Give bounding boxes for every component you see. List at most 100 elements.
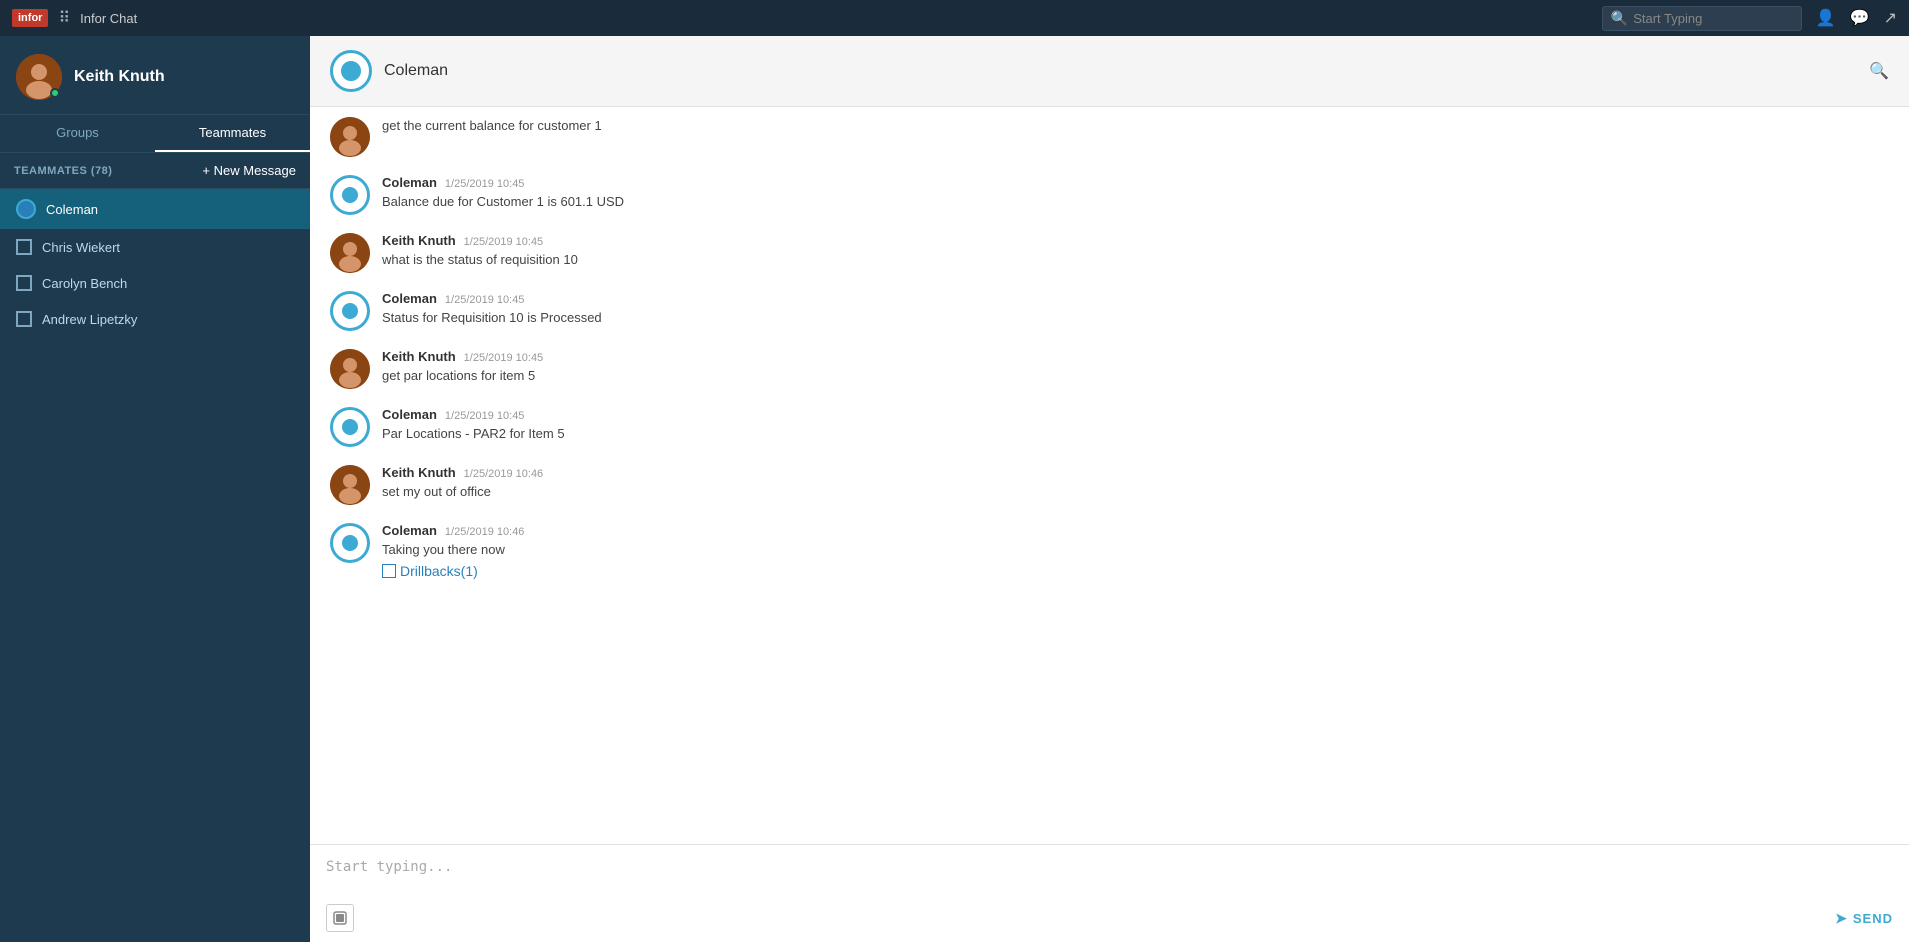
- message-row-keith-1: Keith Knuth 1/25/2019 10:45 what is the …: [330, 233, 1889, 273]
- msg-text-coleman-3: Par Locations - PAR2 for Item 5: [382, 426, 565, 441]
- contact-name-andrew: Andrew Lipetzky: [42, 312, 137, 327]
- contact-status-icon-andrew: [16, 311, 32, 327]
- msg-avatar-user-partial: [330, 117, 370, 157]
- sidebar-tabs: Groups Teammates: [0, 115, 310, 153]
- msg-body-coleman-1: Coleman 1/25/2019 10:45 Balance due for …: [382, 175, 624, 211]
- drillback-label: Drillbacks(1): [400, 563, 478, 579]
- msg-sender-coleman-4: Coleman: [382, 523, 437, 538]
- contact-status-icon-coleman: [16, 199, 36, 219]
- attach-icon[interactable]: [326, 904, 354, 932]
- contact-name-carolyn: Carolyn Bench: [42, 276, 127, 291]
- msg-meta-keith-3: Keith Knuth 1/25/2019 10:46: [382, 465, 543, 480]
- share-icon[interactable]: ↗: [1884, 8, 1897, 28]
- send-label: SEND: [1853, 911, 1893, 926]
- msg-text-keith-2: get par locations for item 5: [382, 368, 535, 383]
- msg-text-coleman-2: Status for Requisition 10 is Processed: [382, 310, 602, 325]
- bot-avatar-header: [330, 50, 372, 92]
- message-row-partial: get the current balance for customer 1: [330, 117, 1889, 157]
- sidebar-action-bar: TEAMMATES (78) + New Message: [0, 153, 310, 189]
- message-row-coleman-1: Coleman 1/25/2019 10:45 Balance due for …: [330, 175, 1889, 215]
- msg-meta-keith-1: Keith Knuth 1/25/2019 10:45: [382, 233, 578, 248]
- chat-header-left: Coleman: [330, 50, 448, 92]
- msg-avatar-keith-1: [330, 233, 370, 273]
- teammates-label: TEAMMATES (78): [14, 165, 112, 177]
- msg-sender-coleman-2: Coleman: [382, 291, 437, 306]
- send-icon: ➤: [1835, 910, 1848, 927]
- msg-meta-keith-2: Keith Knuth 1/25/2019 10:45: [382, 349, 543, 364]
- online-indicator: [50, 88, 60, 98]
- bot-avatar-inner-2: [340, 301, 360, 321]
- msg-body-coleman-4: Coleman 1/25/2019 10:46 Taking you there…: [382, 523, 524, 581]
- contact-item-andrew[interactable]: Andrew Lipetzky: [0, 301, 310, 337]
- message-row-keith-3: Keith Knuth 1/25/2019 10:46 set my out o…: [330, 465, 1889, 505]
- msg-text-coleman-1: Balance due for Customer 1 is 601.1 USD: [382, 194, 624, 209]
- sidebar-username: Keith Knuth: [74, 68, 165, 86]
- msg-body-keith-3: Keith Knuth 1/25/2019 10:46 set my out o…: [382, 465, 543, 501]
- msg-meta-coleman-3: Coleman 1/25/2019 10:45: [382, 407, 565, 422]
- msg-meta-coleman-2: Coleman 1/25/2019 10:45: [382, 291, 602, 306]
- top-bar: infor ⠿ Infor Chat 🔍 👤 💬 ↗: [0, 0, 1909, 36]
- avatar-container: [16, 54, 62, 100]
- contact-list: Coleman Chris Wiekert Carolyn Bench Andr…: [0, 189, 310, 942]
- msg-time-coleman-1: 1/25/2019 10:45: [445, 178, 525, 190]
- msg-avatar-bot-1: [330, 175, 370, 215]
- messages-container: get the current balance for customer 1 C…: [310, 107, 1909, 844]
- contact-item-chris[interactable]: Chris Wiekert: [0, 229, 310, 265]
- msg-sender-keith-1: Keith Knuth: [382, 233, 456, 248]
- contact-item-carolyn[interactable]: Carolyn Bench: [0, 265, 310, 301]
- message-input[interactable]: [326, 855, 1893, 895]
- grid-icon[interactable]: ⠿: [58, 8, 70, 28]
- sidebar: Keith Knuth Groups Teammates TEAMMATES (…: [0, 36, 310, 942]
- msg-sender-keith-3: Keith Knuth: [382, 465, 456, 480]
- msg-avatar-keith-3: [330, 465, 370, 505]
- new-message-button[interactable]: + New Message: [202, 163, 296, 178]
- tab-groups[interactable]: Groups: [0, 115, 155, 152]
- msg-avatar-keith-2: [330, 349, 370, 389]
- msg-time-coleman-3: 1/25/2019 10:45: [445, 410, 525, 422]
- msg-text-keith-3: set my out of office: [382, 484, 491, 499]
- sidebar-header: Keith Knuth: [0, 36, 310, 115]
- msg-body-keith-2: Keith Knuth 1/25/2019 10:45 get par loca…: [382, 349, 543, 385]
- app-title: Infor Chat: [80, 11, 137, 26]
- msg-meta-coleman-4: Coleman 1/25/2019 10:46: [382, 523, 524, 538]
- top-bar-left: infor ⠿ Infor Chat: [12, 8, 137, 28]
- msg-time-keith-1: 1/25/2019 10:45: [464, 236, 544, 248]
- drillback-icon: [382, 564, 396, 578]
- bot-avatar-inner: [338, 58, 364, 84]
- msg-body-keith-1: Keith Knuth 1/25/2019 10:45 what is the …: [382, 233, 578, 269]
- contact-status-icon-carolyn: [16, 275, 32, 291]
- chat-recipient-name: Coleman: [384, 62, 448, 80]
- search-input[interactable]: [1633, 11, 1793, 26]
- contact-name-coleman: Coleman: [46, 202, 98, 217]
- contact-item-coleman[interactable]: Coleman: [0, 189, 310, 229]
- message-row-coleman-2: Coleman 1/25/2019 10:45 Status for Requi…: [330, 291, 1889, 331]
- tab-teammates[interactable]: Teammates: [155, 115, 310, 152]
- msg-time-coleman-4: 1/25/2019 10:46: [445, 526, 525, 538]
- msg-body-partial: get the current balance for customer 1: [382, 117, 602, 135]
- msg-time-keith-3: 1/25/2019 10:46: [464, 468, 544, 480]
- msg-avatar-bot-3: [330, 407, 370, 447]
- msg-text-coleman-4: Taking you there now: [382, 541, 524, 559]
- msg-body-coleman-2: Coleman 1/25/2019 10:45 Status for Requi…: [382, 291, 602, 327]
- chat-icon[interactable]: 💬: [1850, 8, 1870, 28]
- send-button[interactable]: ➤ SEND: [1835, 910, 1893, 927]
- chat-input-bottom: ➤ SEND: [326, 904, 1893, 932]
- chat-search-icon[interactable]: 🔍: [1869, 61, 1889, 81]
- drillback-link[interactable]: Drillbacks(1): [382, 563, 478, 579]
- top-bar-right: 🔍 👤 💬 ↗: [1602, 6, 1897, 31]
- msg-time-coleman-2: 1/25/2019 10:45: [445, 294, 525, 306]
- search-bar[interactable]: 🔍: [1602, 6, 1802, 31]
- msg-sender-coleman-3: Coleman: [382, 407, 437, 422]
- msg-avatar-bot-4: [330, 523, 370, 563]
- chat-header: Coleman 🔍: [310, 36, 1909, 107]
- bot-avatar-inner-4: [340, 533, 360, 553]
- contact-name-chris: Chris Wiekert: [42, 240, 120, 255]
- message-row-coleman-3: Coleman 1/25/2019 10:45 Par Locations - …: [330, 407, 1889, 447]
- msg-sender-coleman-1: Coleman: [382, 175, 437, 190]
- contact-status-icon-chris: [16, 239, 32, 255]
- message-row-keith-2: Keith Knuth 1/25/2019 10:45 get par loca…: [330, 349, 1889, 389]
- msg-text-keith-1: what is the status of requisition 10: [382, 252, 578, 267]
- msg-text-partial: get the current balance for customer 1: [382, 118, 602, 133]
- user-icon[interactable]: 👤: [1816, 8, 1836, 28]
- chat-input-area: ➤ SEND: [310, 844, 1909, 942]
